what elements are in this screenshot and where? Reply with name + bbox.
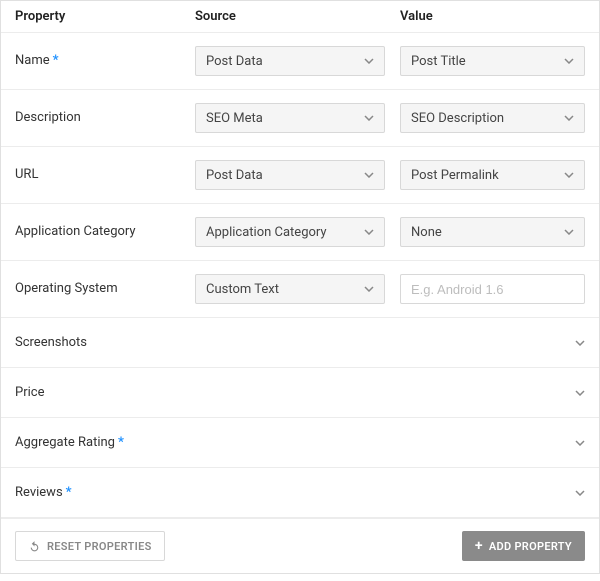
section-toggle-screenshots[interactable]: Screenshots [1, 318, 599, 368]
section-label: Price [15, 385, 44, 400]
label-text: Description [15, 110, 81, 126]
value-cell: None [400, 217, 585, 247]
section-label: Aggregate Rating * [15, 435, 124, 450]
value-cell [400, 274, 585, 304]
label-text: URL [15, 167, 38, 183]
value-select[interactable]: Post Title [400, 46, 585, 76]
label-text: Operating System [15, 281, 118, 297]
chevron-down-icon [564, 229, 574, 235]
property-row: Operating System Custom Text [1, 261, 599, 318]
property-label: Name * [15, 53, 195, 69]
label-text: Application Category [15, 224, 136, 240]
reset-icon [28, 540, 41, 553]
section-toggle-aggregate-rating[interactable]: Aggregate Rating * [1, 418, 599, 468]
value-select[interactable]: SEO Description [400, 103, 585, 133]
header-value: Value [400, 9, 585, 24]
properties-panel: Property Source Value Name * Post Data P… [0, 0, 600, 574]
label-text: Reviews [15, 485, 63, 500]
property-row: Application Category Application Categor… [1, 204, 599, 261]
source-cell: Post Data [195, 46, 400, 76]
label-text: Name [15, 53, 50, 69]
chevron-down-icon [364, 286, 374, 292]
value-select[interactable]: None [400, 217, 585, 247]
required-asterisk: * [118, 435, 124, 450]
chevron-down-icon [564, 172, 574, 178]
label-text: Price [15, 385, 44, 400]
source-cell: Post Data [195, 160, 400, 190]
select-value: Application Category [206, 225, 327, 240]
source-select[interactable]: Post Data [195, 160, 385, 190]
section-toggle-price[interactable]: Price [1, 368, 599, 418]
select-value: Post Data [206, 54, 263, 69]
property-label: Operating System [15, 281, 195, 297]
source-select[interactable]: Application Category [195, 217, 385, 247]
property-row: Description SEO Meta SEO Description [1, 90, 599, 147]
panel-footer: RESET PROPERTIES + ADD PROPERTY [1, 518, 599, 573]
select-value: SEO Meta [206, 111, 263, 126]
label-text: Screenshots [15, 335, 87, 350]
chevron-down-icon [564, 115, 574, 121]
property-label: Application Category [15, 224, 195, 240]
chevron-down-icon [364, 229, 374, 235]
select-value: SEO Description [411, 111, 504, 126]
source-select[interactable]: Post Data [195, 46, 385, 76]
reset-properties-button[interactable]: RESET PROPERTIES [15, 531, 165, 561]
value-cell: Post Permalink [400, 160, 585, 190]
section-label: Reviews * [15, 485, 72, 500]
source-select[interactable]: SEO Meta [195, 103, 385, 133]
source-cell: Custom Text [195, 274, 400, 304]
value-select[interactable]: Post Permalink [400, 160, 585, 190]
value-text-input[interactable] [400, 274, 585, 304]
chevron-down-icon [575, 440, 585, 446]
header-source: Source [195, 9, 400, 24]
chevron-down-icon [364, 58, 374, 64]
chevron-down-icon [575, 390, 585, 396]
chevron-down-icon [575, 340, 585, 346]
select-value: Post Data [206, 168, 263, 183]
source-cell: Application Category [195, 217, 400, 247]
label-text: Aggregate Rating [15, 435, 115, 450]
chevron-down-icon [364, 115, 374, 121]
required-asterisk: * [53, 53, 59, 69]
section-label: Screenshots [15, 335, 87, 350]
property-row: URL Post Data Post Permalink [1, 147, 599, 204]
chevron-down-icon [564, 58, 574, 64]
required-asterisk: * [66, 485, 72, 500]
property-label: Description [15, 110, 195, 126]
button-label: ADD PROPERTY [489, 540, 572, 553]
value-cell: Post Title [400, 46, 585, 76]
table-header: Property Source Value [1, 1, 599, 33]
header-property: Property [15, 9, 195, 24]
source-cell: SEO Meta [195, 103, 400, 133]
select-value: Post Permalink [411, 168, 499, 183]
section-toggle-reviews[interactable]: Reviews * [1, 468, 599, 518]
property-row: Name * Post Data Post Title [1, 33, 599, 90]
select-value: Post Title [411, 54, 466, 69]
chevron-down-icon [364, 172, 374, 178]
property-label: URL [15, 167, 195, 183]
plus-icon: + [475, 538, 483, 554]
source-select[interactable]: Custom Text [195, 274, 385, 304]
button-label: RESET PROPERTIES [47, 540, 152, 553]
chevron-down-icon [575, 490, 585, 496]
select-value: Custom Text [206, 282, 279, 297]
select-value: None [411, 225, 442, 240]
value-cell: SEO Description [400, 103, 585, 133]
add-property-button[interactable]: + ADD PROPERTY [462, 531, 585, 561]
